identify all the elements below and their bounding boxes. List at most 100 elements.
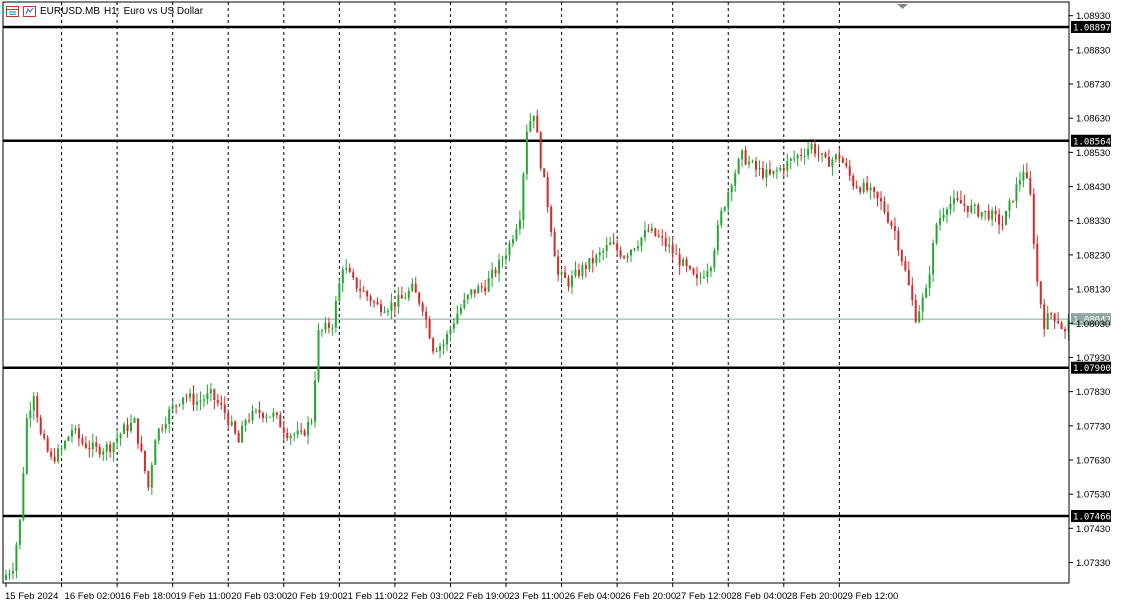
candle-body bbox=[338, 283, 341, 301]
candle-body bbox=[1032, 193, 1035, 244]
chart-window[interactable]: 1.08897 1.08564 1.07900 1.07466 1.08042 1.07… bbox=[0, 0, 1124, 608]
candle-body bbox=[612, 242, 615, 244]
candle-body bbox=[102, 451, 105, 455]
candle-body bbox=[1005, 210, 1008, 226]
candle-body bbox=[268, 416, 271, 418]
candle-body bbox=[428, 319, 431, 339]
candle-body bbox=[98, 446, 101, 455]
candle-body bbox=[213, 389, 216, 401]
candle-body bbox=[140, 443, 143, 451]
candle-body bbox=[998, 214, 1001, 225]
candle-body bbox=[425, 311, 428, 320]
candle-body bbox=[619, 250, 622, 257]
candle-body bbox=[734, 173, 737, 186]
candle-body bbox=[327, 322, 330, 328]
candle-body bbox=[57, 448, 60, 462]
candle-body bbox=[928, 274, 931, 288]
candle-body bbox=[192, 393, 195, 405]
candle-body bbox=[574, 269, 577, 276]
candle-body bbox=[911, 285, 914, 301]
candle-body bbox=[255, 409, 258, 411]
candle-body bbox=[640, 237, 643, 247]
candle-body bbox=[88, 447, 91, 450]
candle-body bbox=[241, 425, 244, 443]
candle-body bbox=[605, 245, 608, 251]
candle-body bbox=[626, 255, 629, 258]
candle-body bbox=[293, 434, 296, 436]
candle-body bbox=[522, 174, 525, 220]
time-label: 16 Feb 02:00 bbox=[65, 591, 121, 602]
candle-body bbox=[185, 397, 188, 399]
candle-body bbox=[272, 412, 275, 417]
time-label: 27 Feb 12:00 bbox=[676, 591, 732, 602]
candle-body bbox=[275, 412, 278, 416]
candle-body bbox=[456, 313, 459, 324]
candle-body bbox=[324, 322, 327, 330]
candle-body bbox=[126, 424, 129, 432]
candle-body bbox=[623, 256, 626, 258]
candle-body bbox=[32, 396, 35, 411]
candle-body bbox=[1015, 184, 1018, 202]
candle-body bbox=[39, 417, 42, 434]
candle-body bbox=[5, 575, 7, 580]
candle-body bbox=[470, 289, 473, 295]
candle-body bbox=[508, 243, 511, 256]
candle-body bbox=[616, 243, 619, 251]
candle-body bbox=[74, 428, 77, 431]
candle-body bbox=[307, 421, 310, 436]
candle-body bbox=[810, 144, 813, 150]
candle-body bbox=[143, 450, 146, 472]
candle-body bbox=[886, 212, 889, 223]
price-label: 1.07630 bbox=[1076, 455, 1110, 466]
candle-body bbox=[154, 440, 157, 465]
candle-body bbox=[807, 149, 810, 156]
candle-body bbox=[397, 295, 400, 307]
time-label: 15 Feb 2024 bbox=[5, 591, 58, 602]
candle-body bbox=[314, 380, 317, 422]
candle-body bbox=[609, 242, 612, 246]
candle-body bbox=[414, 283, 417, 293]
candle-body bbox=[695, 274, 698, 279]
candle-body bbox=[876, 191, 879, 199]
candle-body bbox=[536, 115, 539, 133]
candle-body bbox=[334, 300, 337, 328]
candle-body bbox=[730, 185, 733, 193]
grid-view-icon[interactable] bbox=[6, 6, 19, 17]
candle-body bbox=[130, 422, 133, 432]
candle-body bbox=[848, 166, 851, 176]
candle-body bbox=[261, 413, 264, 418]
candle-body bbox=[407, 290, 410, 299]
candle-body bbox=[216, 400, 219, 403]
candle-body bbox=[355, 277, 358, 289]
price-label: 1.07530 bbox=[1076, 490, 1110, 501]
candle-body bbox=[935, 224, 938, 244]
candle-body bbox=[675, 253, 678, 255]
price-label: 1.08730 bbox=[1076, 80, 1110, 91]
candle-body bbox=[939, 218, 942, 225]
candle-body bbox=[501, 259, 504, 261]
candle-body bbox=[300, 430, 303, 432]
price-chart[interactable]: 1.088971.085641.079001.074661.08042 1.07… bbox=[0, 0, 1124, 608]
candle-body bbox=[466, 294, 469, 300]
candle-body bbox=[869, 187, 872, 191]
candle-body bbox=[883, 201, 886, 213]
candle-body bbox=[994, 210, 997, 215]
time-label: 20 Feb 19:00 bbox=[287, 591, 343, 602]
candle-body bbox=[178, 404, 181, 406]
candle-body bbox=[237, 433, 240, 443]
candle-body bbox=[793, 158, 796, 160]
candle-body bbox=[199, 400, 202, 402]
candle-body bbox=[650, 228, 653, 231]
candle-body bbox=[567, 277, 570, 287]
candle-body bbox=[859, 187, 862, 193]
time-label: 21 Feb 11:00 bbox=[342, 591, 397, 602]
time-label: 19 Feb 11:00 bbox=[176, 591, 231, 602]
candle-body bbox=[362, 290, 365, 292]
candle-body bbox=[755, 161, 758, 170]
candle-body bbox=[789, 158, 792, 161]
candle-body bbox=[570, 275, 573, 287]
candle-body bbox=[95, 442, 98, 447]
candle-body bbox=[15, 544, 18, 571]
one-click-trading-icon[interactable] bbox=[23, 6, 36, 17]
candle-body bbox=[925, 287, 928, 298]
